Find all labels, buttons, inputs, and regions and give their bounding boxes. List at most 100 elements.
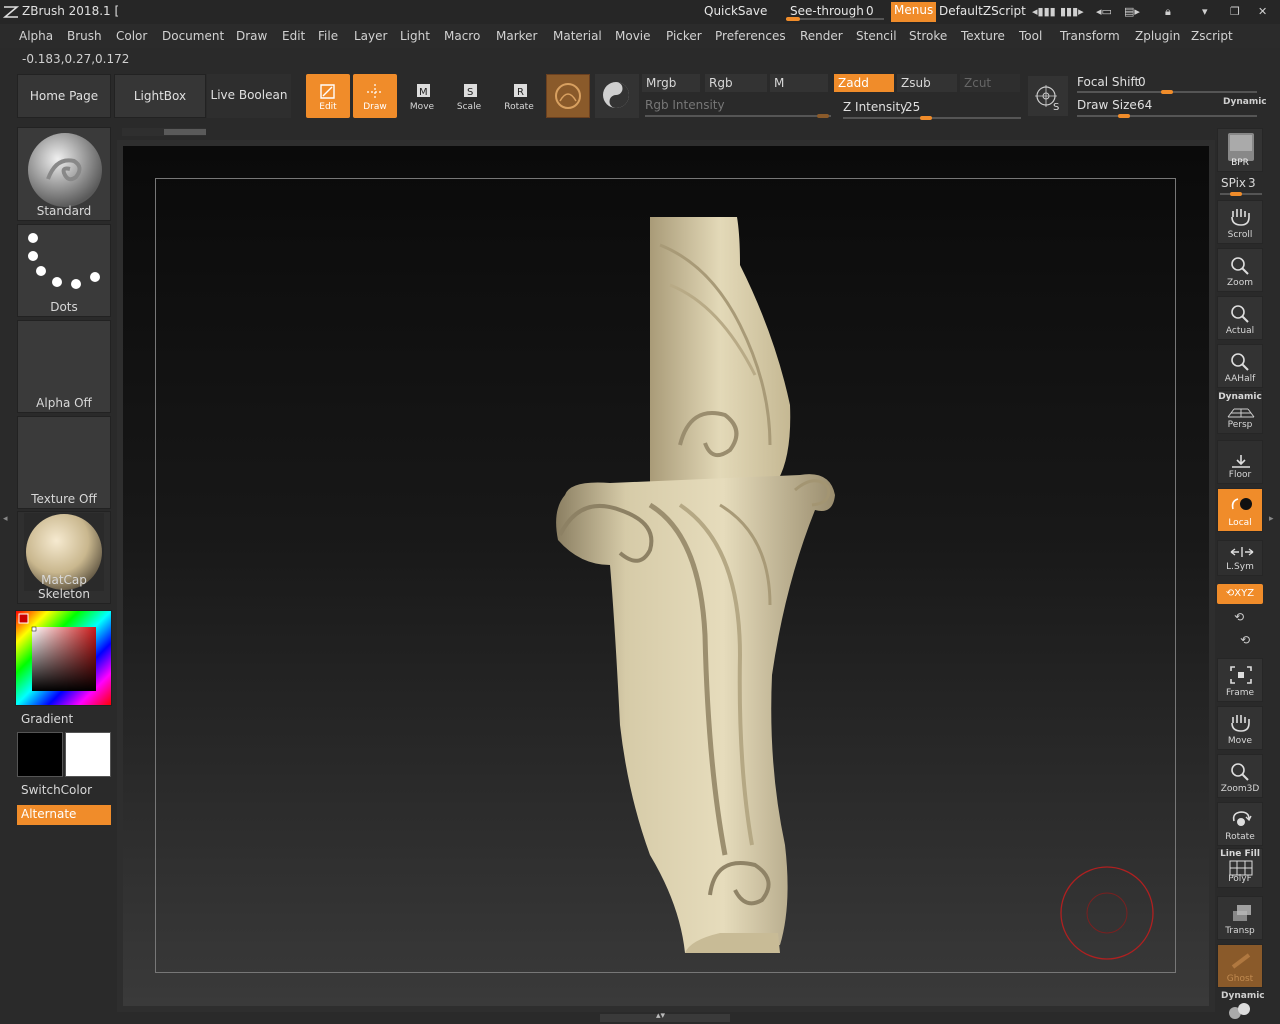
quicksave-button[interactable]: QuickSave (704, 4, 767, 18)
draw-size-slider[interactable] (1077, 115, 1257, 117)
canvas-scrollbar-thumb[interactable] (164, 129, 206, 135)
mrgb-button[interactable]: Mrgb (642, 74, 700, 92)
lock-icon[interactable]: 🔒︎ (1165, 5, 1171, 19)
menu-picker[interactable]: Picker (666, 29, 702, 43)
z-axis-rotate-icon[interactable]: ⟲ (1240, 633, 1250, 647)
menu-texture[interactable]: Texture (961, 29, 1005, 43)
restore-icon[interactable]: ❐ (1230, 5, 1240, 18)
home-page-button[interactable]: Home Page (17, 74, 111, 118)
zcut-button[interactable]: Zcut (960, 74, 1020, 92)
frame-button[interactable]: Frame (1217, 658, 1263, 702)
menu-material[interactable]: Material (553, 29, 602, 43)
lightbox-button[interactable]: LightBox (114, 74, 206, 118)
material-selector[interactable]: MatCap Skeleton (17, 511, 111, 604)
live-boolean-button[interactable]: Live Boolean (207, 74, 291, 118)
see-through-label[interactable]: See-through (790, 4, 864, 18)
alpha-selector[interactable]: Alpha Off (17, 320, 111, 413)
spotlight-button[interactable]: S (1028, 76, 1068, 116)
edit-button[interactable]: Edit (306, 74, 350, 118)
gradient-label[interactable]: Gradient (21, 712, 73, 726)
focal-shift-knob[interactable] (1161, 90, 1173, 94)
menu-alpha[interactable]: Alpha (19, 29, 53, 43)
menus-button[interactable]: Menus (891, 2, 937, 22)
rgb-button[interactable]: Rgb (705, 74, 767, 92)
draw-size-knob[interactable] (1118, 114, 1130, 118)
menu-tool[interactable]: Tool (1019, 29, 1042, 43)
see-through-slider[interactable] (786, 17, 884, 21)
aahalf-button[interactable]: AAHalf (1217, 344, 1263, 388)
brush-selector[interactable]: Standard (17, 127, 111, 221)
texture-selector[interactable]: Texture Off (17, 416, 111, 509)
zoom-button[interactable]: Zoom (1217, 248, 1263, 292)
transp-button[interactable]: Transp (1217, 896, 1263, 940)
menu-layer[interactable]: Layer (354, 29, 387, 43)
move3d-button[interactable]: Move (1217, 706, 1263, 750)
color-picker[interactable] (15, 610, 112, 706)
m-button[interactable]: M (770, 74, 828, 92)
close-icon[interactable]: ✕ (1258, 5, 1267, 18)
menu-macro[interactable]: Macro (444, 29, 480, 43)
floor-button[interactable]: Floor (1217, 440, 1263, 484)
spix-knob[interactable] (1230, 192, 1242, 196)
layout-prev-icon[interactable]: ◂▮▮▮ (1032, 5, 1056, 18)
canvas-scrollbar[interactable] (122, 128, 206, 136)
menu-stencil[interactable]: Stencil (856, 29, 897, 43)
move-button[interactable]: M Move (400, 74, 444, 118)
z-intensity-slider[interactable] (843, 117, 1021, 119)
menu-render[interactable]: Render (800, 29, 843, 43)
menu-draw[interactable]: Draw (236, 29, 267, 43)
rotate3d-button[interactable]: Rotate (1217, 802, 1263, 846)
right-tray-toggle-icon[interactable]: ▸ (1269, 514, 1274, 524)
menu-zplugin[interactable]: Zplugin (1135, 29, 1180, 43)
alternate-button[interactable]: Alternate (17, 805, 111, 825)
material-swatch-button[interactable] (546, 74, 590, 118)
menu-movie[interactable]: Movie (615, 29, 651, 43)
persp-button[interactable]: Dynamic Persp (1217, 390, 1263, 434)
secondary-color-swatch[interactable] (17, 732, 63, 777)
window-layout-icon[interactable]: ▤▸ (1124, 5, 1140, 18)
default-zscript-button[interactable]: DefaultZScript (939, 4, 1026, 18)
menu-brush[interactable]: Brush (67, 29, 102, 43)
bottom-tray-toggle[interactable]: ▴▾ (600, 1011, 730, 1022)
y-axis-rotate-icon[interactable]: ⟲ (1234, 610, 1244, 624)
rgb-intensity-knob[interactable] (817, 114, 829, 118)
zadd-button[interactable]: Zadd (834, 74, 894, 92)
see-through-value[interactable]: 0 (866, 4, 874, 18)
menu-marker[interactable]: Marker (496, 29, 537, 43)
z-intensity-knob[interactable] (920, 116, 932, 120)
left-tray-toggle-icon[interactable]: ◂ (3, 514, 8, 524)
rotate-button[interactable]: R Rotate (497, 74, 541, 118)
menu-color[interactable]: Color (116, 29, 147, 43)
menu-light[interactable]: Light (400, 29, 430, 43)
stroke-selector[interactable]: Dots (17, 224, 111, 317)
draw-button[interactable]: Draw (353, 74, 397, 118)
rgb-intensity-slider[interactable] (645, 115, 831, 117)
switch-color-button[interactable]: SwitchColor (21, 783, 92, 797)
see-through-slider-knob[interactable] (786, 17, 800, 21)
menu-transform[interactable]: Transform (1060, 29, 1120, 43)
scale-button[interactable]: S Scale (447, 74, 491, 118)
xyz-button[interactable]: ⟲XYZ (1217, 584, 1263, 604)
layout-next-icon[interactable]: ▮▮▮▸ (1060, 5, 1084, 18)
menu-zscript[interactable]: Zscript (1191, 29, 1233, 43)
menu-stroke[interactable]: Stroke (909, 29, 947, 43)
lsym-button[interactable]: L.Sym (1217, 540, 1263, 576)
ghost-button[interactable]: Ghost (1217, 944, 1263, 988)
snapshot-button[interactable] (595, 74, 639, 118)
menu-file[interactable]: File (318, 29, 338, 43)
minimize-icon[interactable]: ▾ (1202, 5, 1208, 18)
menu-edit[interactable]: Edit (282, 29, 305, 43)
dynamic-toggle[interactable]: Dynamic (1223, 97, 1267, 107)
scroll-button[interactable]: Scroll (1217, 200, 1263, 244)
undock-icon[interactable]: ◂▭ (1096, 5, 1112, 18)
main-color-swatch[interactable] (65, 732, 111, 777)
zoom3d-button[interactable]: Zoom3D (1217, 754, 1263, 798)
menu-preferences[interactable]: Preferences (715, 29, 786, 43)
actual-button[interactable]: Actual (1217, 296, 1263, 340)
menu-document[interactable]: Document (162, 29, 224, 43)
bpr-button[interactable]: BPR (1217, 128, 1263, 172)
zsub-button[interactable]: Zsub (897, 74, 957, 92)
local-button[interactable]: Local (1217, 488, 1263, 532)
polyf-button[interactable]: Line Fill PolyF (1217, 848, 1263, 888)
solo-icon[interactable] (1227, 1002, 1253, 1020)
